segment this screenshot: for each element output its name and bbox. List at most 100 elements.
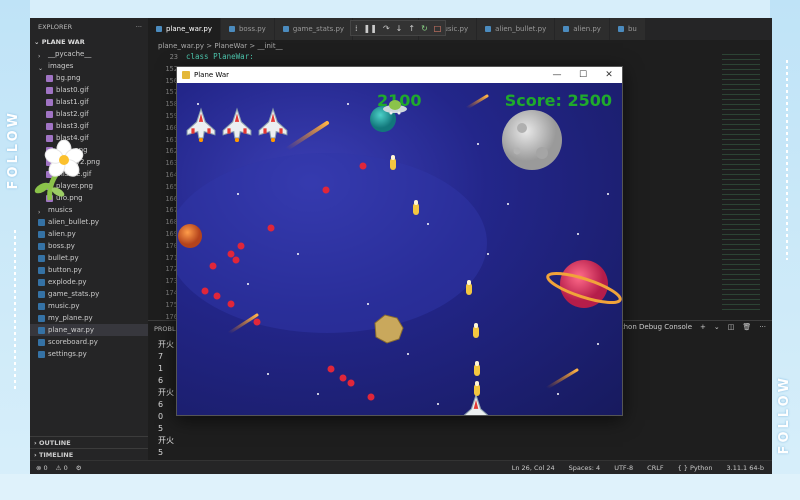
restart-icon[interactable]: ↻ [421, 24, 428, 33]
breadcrumb-class[interactable]: PlaneWar [214, 42, 247, 50]
missile [472, 323, 480, 343]
python-file-icon [156, 26, 162, 32]
tree-item[interactable]: scoreboard.py [30, 336, 148, 348]
terminal-line: 开火 [158, 436, 174, 445]
explorer-sidebar: EXPLORER ··· ⌄ PLANE WAR › __pycache__ ⌄ im… [30, 18, 148, 474]
close-button[interactable]: ✕ [596, 70, 622, 80]
editor-tab[interactable]: alien_bullet.py [477, 18, 556, 40]
breadcrumb-separator: > [206, 42, 213, 50]
project-folder[interactable]: ⌄ PLANE WAR [30, 36, 148, 48]
debug-toolbar: ⁞ ❚❚ ↷ ↓ ↑ ↻ □ [350, 20, 447, 36]
terminal-line: 5 [158, 448, 164, 457]
line-number: 172 [165, 265, 178, 274]
more-icon[interactable]: ··· [759, 323, 766, 331]
python-file-icon [38, 302, 45, 310]
tree-item[interactable]: plane_war.py [30, 324, 148, 336]
trash-icon[interactable]: 🗑 [742, 323, 751, 331]
tree-item[interactable]: blast0.gif [30, 84, 148, 96]
line-number: 158 [165, 100, 178, 109]
tree-item[interactable]: blast3.gif [30, 120, 148, 132]
tree-item-label: settings.py [48, 350, 87, 358]
game-titlebar[interactable]: Plane War — ☐ ✕ [177, 67, 622, 83]
dash-right [786, 60, 788, 260]
step-over-icon[interactable]: ↷ [383, 24, 390, 33]
encoding[interactable]: UTF-8 [614, 464, 633, 472]
tree-item-label: plane_war.py [48, 326, 94, 334]
editor-tabbar: plane_war.pyboss.pygame_stats.pyexplode.… [148, 18, 772, 40]
tree-item[interactable]: bg.png [30, 72, 148, 84]
line-ending[interactable]: CRLF [647, 464, 663, 472]
breadcrumb-file[interactable]: plane_war.py [158, 42, 204, 50]
breadcrumb-separator: > [249, 42, 256, 50]
tree-item[interactable]: music.py [30, 300, 148, 312]
line-number: 170 [165, 241, 178, 250]
enemy-bullet [347, 372, 355, 391]
step-into-icon[interactable]: ↓ [396, 24, 403, 33]
star [557, 393, 559, 395]
problems-tab[interactable]: PROBL [154, 325, 176, 333]
python-file-icon [38, 218, 45, 226]
tree-item[interactable]: boss.py [30, 240, 148, 252]
tab-label: boss.py [238, 25, 266, 33]
tree-item[interactable]: alien.py [30, 228, 148, 240]
tree-item[interactable]: blast2.gif [30, 108, 148, 120]
indentation[interactable]: Spaces: 4 [569, 464, 601, 472]
editor-tab[interactable]: bu [609, 18, 646, 40]
tree-item[interactable]: bullet.py [30, 252, 148, 264]
game-canvas[interactable]: 2100 Score: 2500 [177, 83, 622, 415]
tree-item[interactable]: explode.py [30, 276, 148, 288]
python-file-icon [38, 278, 45, 286]
minimap[interactable] [722, 52, 760, 312]
interpreter-version[interactable]: 3.11.1 64-b [727, 464, 764, 472]
cursor-position[interactable]: Ln 26, Col 24 [512, 464, 555, 472]
tree-item[interactable]: blast1.gif [30, 96, 148, 108]
timeline-section[interactable]: › TIMELINE [30, 448, 148, 460]
enemy-bullet [267, 217, 275, 236]
tree-item-label: blast3.gif [56, 122, 89, 130]
line-number: 23 [169, 53, 178, 61]
editor-tab[interactable]: boss.py [220, 18, 275, 40]
maximize-button[interactable]: ☐ [570, 70, 596, 80]
debug-icon[interactable]: ⚙ [76, 464, 82, 472]
debug-console-label[interactable]: Python Debug Console [613, 323, 693, 331]
life-plane-icon [185, 107, 217, 146]
stop-icon[interactable]: □ [434, 24, 442, 33]
chevron-right-icon: › [38, 52, 41, 60]
follow-text-right: FOLLOW [777, 375, 792, 455]
tree-item[interactable]: game_stats.py [30, 288, 148, 300]
tree-item[interactable]: my_plane.py [30, 312, 148, 324]
explorer-more-button[interactable]: ··· [136, 18, 142, 36]
error-icon: ⊗ [36, 463, 42, 472]
terminal-line: 7 [158, 352, 164, 361]
terminal-output[interactable]: 开火716开火605开火5开火5开火 [158, 339, 174, 474]
warnings-indicator[interactable]: ⚠ 0 [56, 464, 68, 472]
debug-console-header: ▣ Python Debug Console + ⌄ ◫ 🗑 ··· [598, 323, 766, 331]
tree-item[interactable]: ⌄ images [30, 60, 148, 72]
errors-indicator[interactable]: ⊗ 0 [36, 464, 48, 472]
moon-planet [502, 110, 562, 170]
step-out-icon[interactable]: ↑ [408, 24, 415, 33]
drag-handle-icon[interactable]: ⁞ [355, 24, 358, 33]
line-number: 161 [165, 135, 178, 144]
tree-item[interactable]: settings.py [30, 348, 148, 360]
chevron-down-icon[interactable]: ⌄ [714, 323, 720, 331]
minimize-button[interactable]: — [544, 70, 570, 80]
tree-item[interactable]: button.py [30, 264, 148, 276]
add-terminal-icon[interactable]: + [700, 323, 706, 331]
image-file-icon [46, 86, 53, 94]
breadcrumb-method[interactable]: __init__ [258, 42, 283, 50]
python-file-icon [282, 26, 289, 32]
pause-icon[interactable]: ❚❚ [364, 24, 377, 33]
line-number: 167 [165, 206, 178, 215]
language-mode[interactable]: { } Python [678, 464, 713, 472]
split-icon[interactable]: ◫ [728, 323, 735, 331]
outline-section[interactable]: › OUTLINE [30, 436, 148, 448]
tree-item-label: my_plane.py [48, 314, 93, 322]
editor-tab[interactable]: alien.py [555, 18, 610, 40]
editor-tab[interactable]: game_stats.py [274, 18, 354, 40]
tree-item[interactable]: › __pycache__ [30, 48, 148, 60]
code-line[interactable]: class PlaneWar: [186, 52, 254, 61]
terminal-line: 0 [158, 412, 164, 421]
editor-tab[interactable]: plane_war.py [148, 18, 221, 40]
tree-item[interactable]: alien_bullet.py [30, 216, 148, 228]
